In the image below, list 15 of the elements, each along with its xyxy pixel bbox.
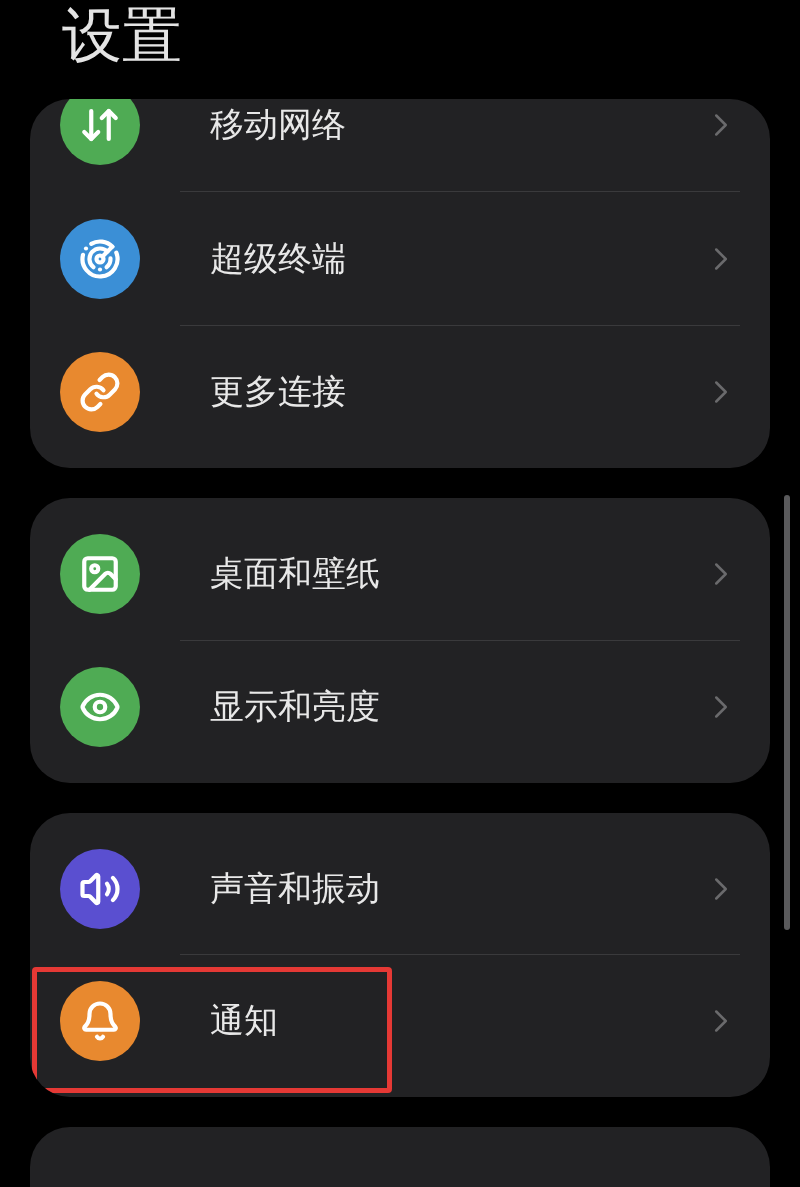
settings-row[interactable]: 声音和振动: [30, 822, 770, 955]
settings-row[interactable]: 桌面和壁纸: [30, 508, 770, 641]
settings-row[interactable]: 超级终端: [30, 192, 770, 325]
row-label: 显示和亮度: [210, 684, 381, 728]
settings-row[interactable]: 通知: [30, 955, 770, 1087]
row-label: 桌面和壁纸: [210, 552, 381, 596]
settings-row[interactable]: 更多连接: [30, 325, 770, 459]
row-label: 移动网络: [210, 102, 347, 146]
row-label: 声音和振动: [210, 866, 381, 910]
row-label: 超级终端: [210, 236, 347, 280]
page-title: 设置: [62, 4, 182, 65]
settings-row[interactable]: 移动网络: [30, 98, 770, 192]
settings-row[interactable]: 显示和亮度: [30, 641, 770, 773]
row-label: 更多连接: [210, 370, 347, 414]
row-label: 通知: [210, 999, 279, 1043]
